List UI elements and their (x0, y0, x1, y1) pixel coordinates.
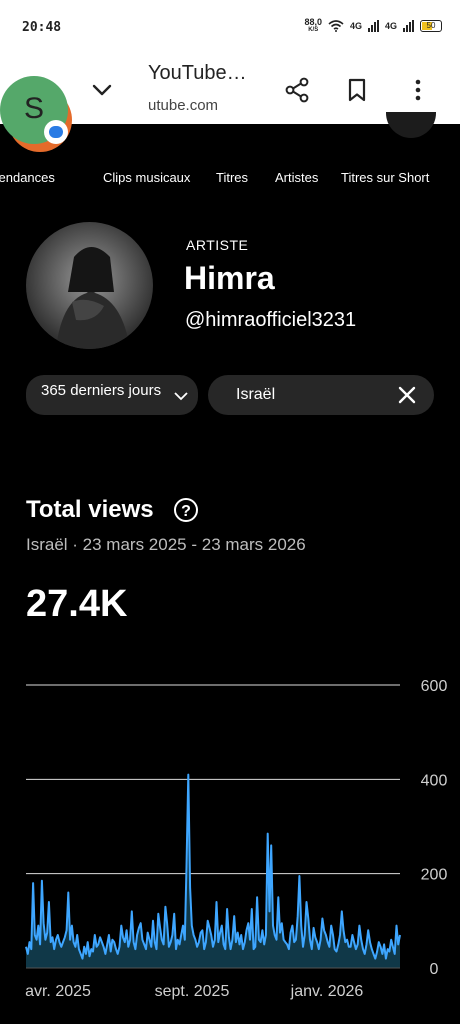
page-url[interactable]: utube.com (148, 97, 218, 114)
artist-handle[interactable]: @himraofficiel3231 (185, 309, 356, 332)
y-tick-label: 600 (421, 678, 448, 695)
header-bubble (386, 112, 436, 138)
total-views-value: 27.4K (26, 583, 128, 625)
close-icon[interactable] (398, 386, 416, 404)
x-tick-label: avr. 2025 (25, 983, 91, 1000)
tab-titres[interactable]: Titres (216, 170, 248, 185)
total-views-title: Total views (26, 496, 154, 523)
wifi-icon (328, 20, 344, 32)
avatar-letter: S (23, 92, 44, 125)
y-tick-label: 200 (421, 867, 448, 884)
network-speed-value: 88,0 (304, 17, 322, 27)
chevron-down-icon[interactable] (90, 78, 114, 102)
x-tick-label: janv. 2026 (290, 983, 364, 1000)
network-type-1: 4G (349, 21, 362, 31)
chevron-down-icon (174, 392, 188, 401)
network-speed: 88,0 K/S (304, 18, 322, 34)
signal-icon-2 (403, 20, 414, 32)
date-range: Israël · 23 mars 2025 - 23 mars 2026 (26, 535, 306, 554)
page-title: YouTube… (148, 62, 247, 84)
tab-titres-sur-shorts[interactable]: Titres sur Short (341, 170, 429, 185)
battery-icon: 50 (420, 20, 442, 32)
status-time: 20:48 (22, 20, 62, 35)
status-icons: 88,0 K/S 4G 4G 50 (304, 18, 442, 34)
message-badge-icon (44, 120, 68, 144)
artist-avatar (26, 222, 153, 349)
signal-icon (367, 20, 379, 32)
share-icon[interactable] (283, 76, 311, 104)
network-type-2: 4G (384, 21, 397, 31)
tab-tendances[interactable]: Tendances (0, 170, 55, 185)
series-line (25, 773, 401, 960)
network-speed-unit: K/S (308, 27, 319, 33)
tab-artistes[interactable]: Artistes (275, 170, 318, 185)
artist-kicker: ARTISTE (186, 237, 249, 253)
x-tick-label: sept. 2025 (155, 983, 230, 1000)
y-tick-label: 0 (430, 961, 439, 978)
tab-clips-musicaux[interactable]: Clips musicaux (103, 170, 190, 185)
artist-photo (56, 247, 130, 349)
bookmark-icon[interactable] (343, 76, 371, 104)
period-dropdown[interactable]: 365 derniers jours (26, 375, 198, 415)
help-icon[interactable]: ? (174, 498, 198, 522)
country-label: Israël (236, 386, 276, 403)
period-label: 365 derniers jours (41, 382, 162, 399)
y-tick-label: 400 (421, 772, 448, 789)
more-vert-icon[interactable] (404, 76, 432, 104)
battery-level: 50 (426, 21, 436, 30)
artist-name: Himra (184, 260, 275, 296)
views-chart: 0 200 400 600 avr. 2025 sept. 2025 janv. 2026 (25, 678, 448, 1000)
status-bar: 20:48 88,0 K/S 4G 4G 50 (0, 0, 460, 60)
category-tabs: Tendances Clips musicaux Titres Artistes… (0, 170, 460, 190)
country-filter-chip[interactable]: Israël (208, 375, 434, 415)
